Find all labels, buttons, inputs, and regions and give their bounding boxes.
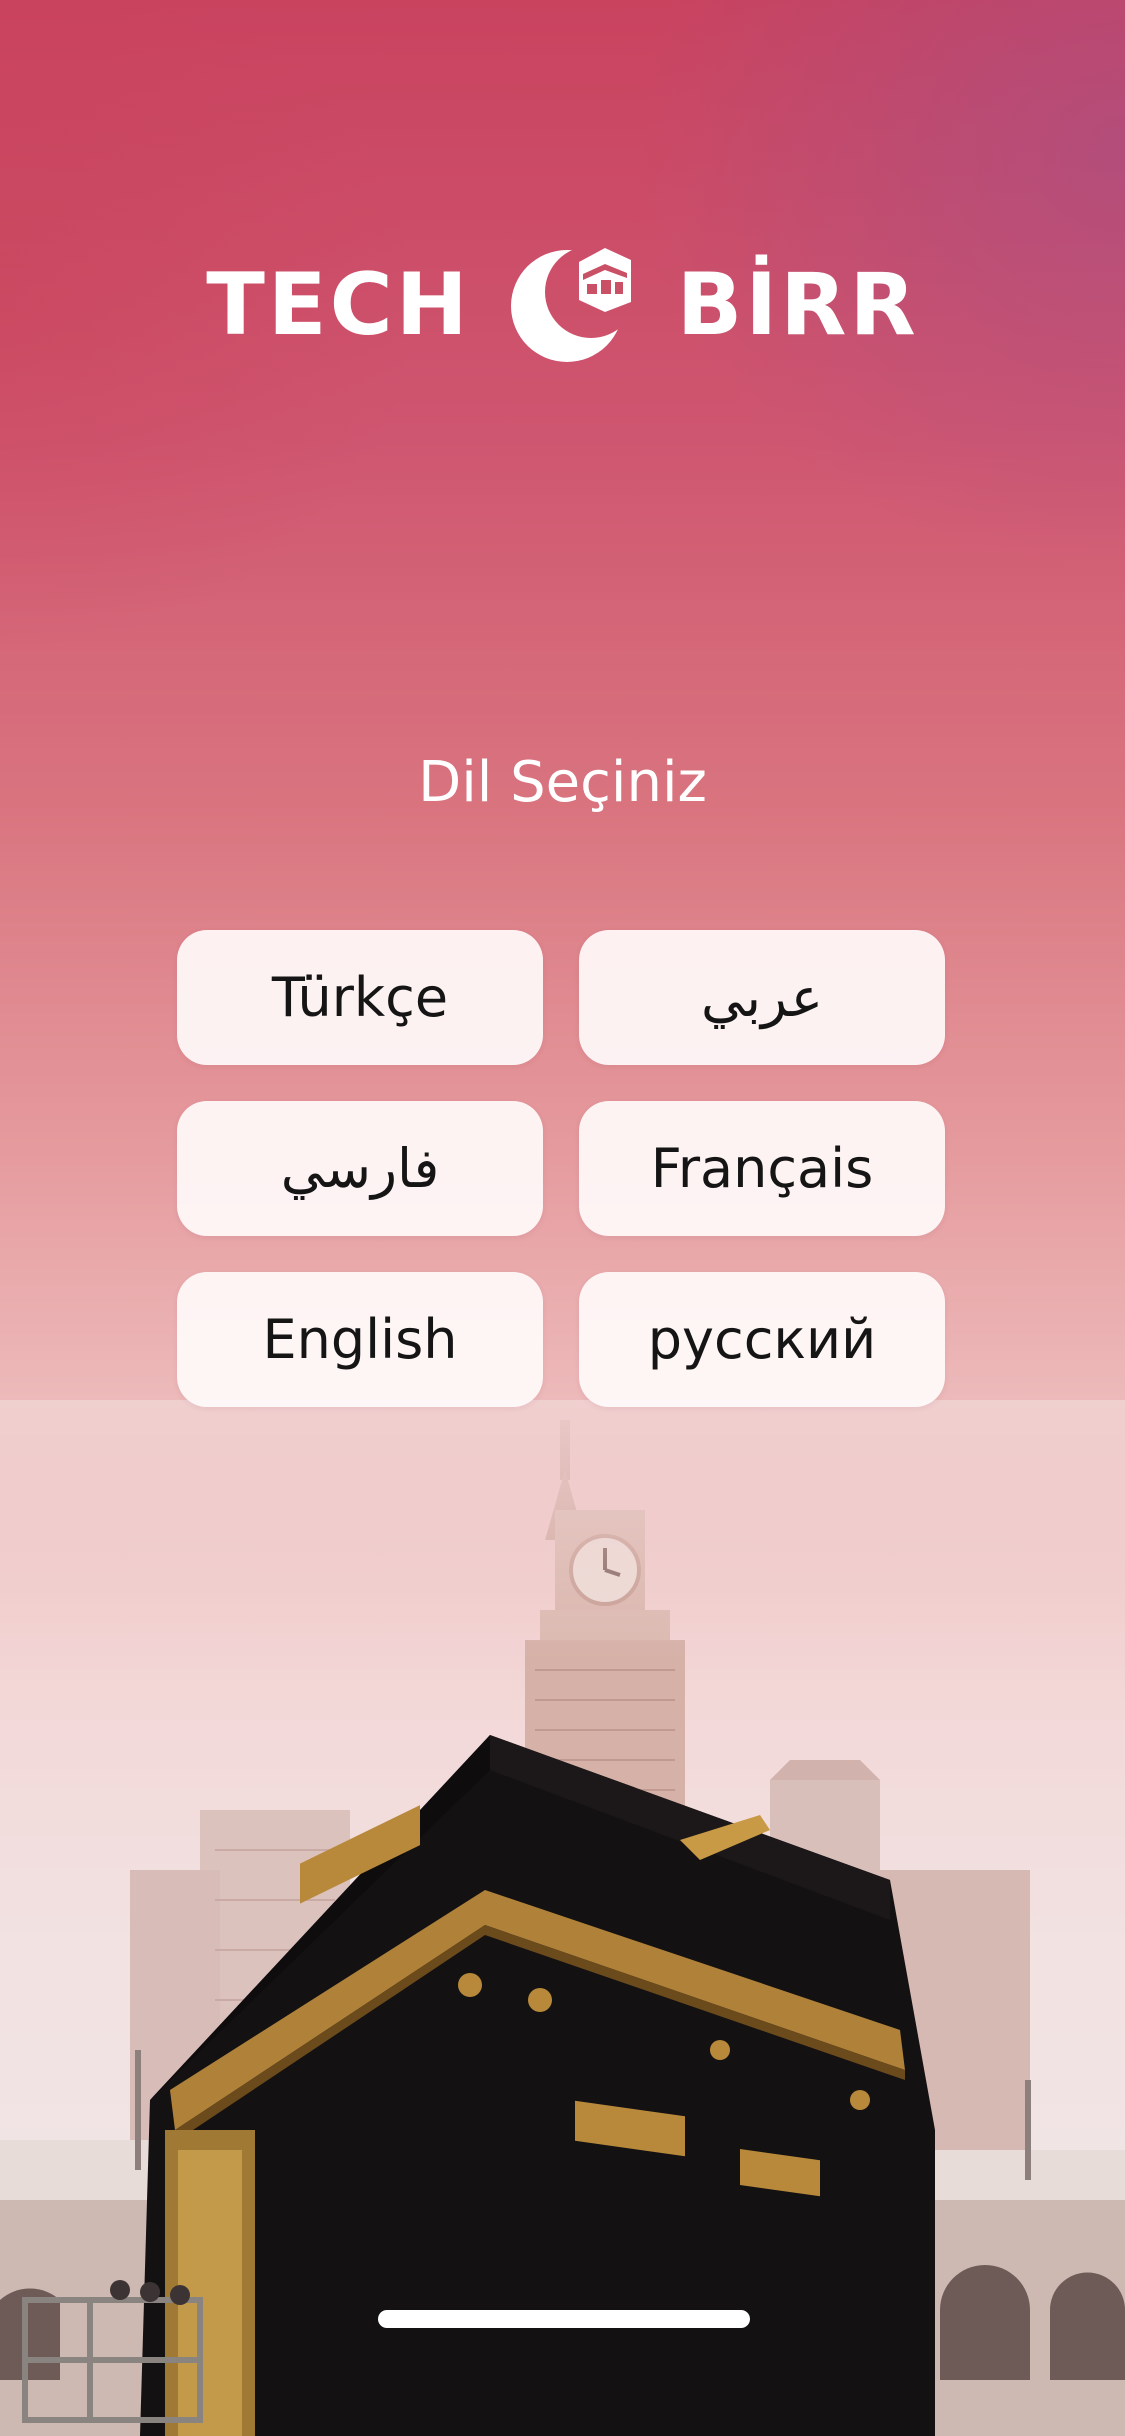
brand-logo: TECH BİRR — [0, 240, 1125, 370]
home-indicator[interactable] — [378, 2310, 750, 2328]
language-options: Türkçe عربي فارسي Français English русск… — [177, 930, 945, 1407]
crescent-kaaba-logo-icon — [510, 248, 631, 362]
page-title: Dil Seçiniz — [418, 750, 707, 815]
language-button-russian[interactable]: русский — [579, 1272, 945, 1407]
brand-right-word: BİRR — [676, 255, 919, 355]
brand-left-word: TECH — [206, 255, 471, 355]
language-button-english[interactable]: English — [177, 1272, 543, 1407]
language-button-arabic[interactable]: عربي — [579, 930, 945, 1065]
language-button-turkish[interactable]: Türkçe — [177, 930, 543, 1065]
kaaba-background-image — [0, 1400, 1125, 2436]
language-button-french[interactable]: Français — [579, 1101, 945, 1236]
language-button-persian[interactable]: فارسي — [177, 1101, 543, 1236]
language-select-screen: TECH BİRR Dil Seçiniz Türkçe عربي فارسي … — [0, 0, 1125, 2436]
